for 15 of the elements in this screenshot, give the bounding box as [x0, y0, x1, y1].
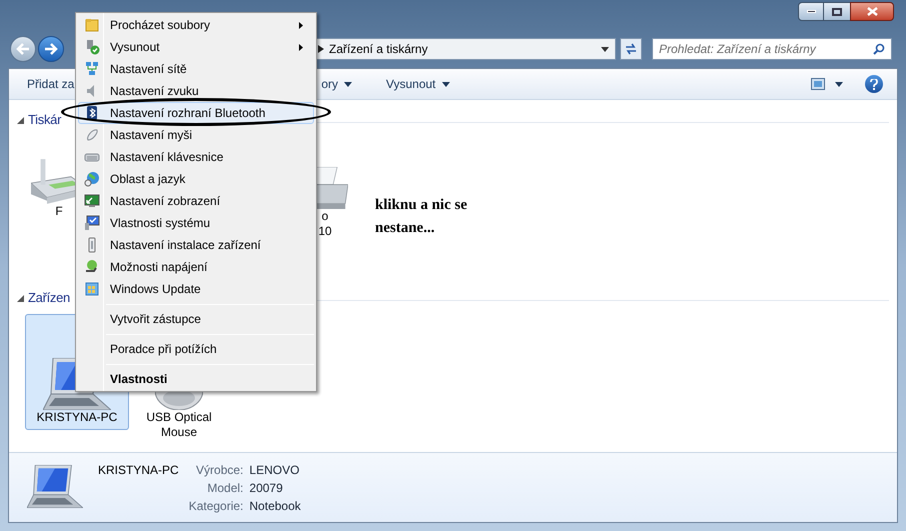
device-label: 10 — [318, 224, 332, 239]
device-label: Mouse — [160, 425, 198, 440]
device-name: KRISTYNA-PC — [98, 462, 179, 479]
device-label: F — [55, 204, 63, 219]
annotation-text: kliknu a nic se nestane... — [375, 196, 468, 238]
property-value: LENOVO — [249, 462, 300, 479]
property-value: 20079 — [249, 480, 284, 497]
property-label: Model: — [206, 480, 244, 497]
property-label: Kategorie: — [188, 498, 244, 515]
device-label: o — [322, 209, 328, 224]
device-label: KRISTYNA-PC — [36, 410, 118, 425]
address-text: Zařízení a tiskárny — [329, 41, 429, 58]
property-label: Výrobce: — [195, 462, 244, 479]
device-label: USB Optical — [146, 410, 212, 425]
property-value: Notebook — [249, 498, 301, 515]
